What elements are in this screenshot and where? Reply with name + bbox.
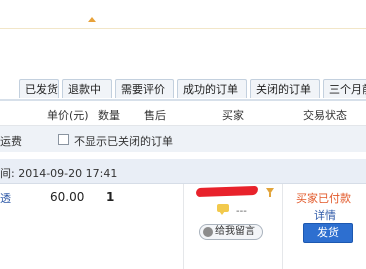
hide-closed-checkbox[interactable] xyxy=(58,134,69,145)
tab-refunding[interactable]: 退款中 xyxy=(62,79,112,98)
leave-message-label: 给我留言 xyxy=(215,226,255,237)
tab-closed-orders[interactable]: 关闭的订单 xyxy=(250,79,320,98)
item-quantity: 1 xyxy=(106,190,115,204)
message-icon xyxy=(203,227,213,237)
column-buyer: 买家 xyxy=(222,109,244,122)
column-unit-price: 单价(元) xyxy=(47,109,89,122)
item-name-link[interactable]: 透 xyxy=(0,190,11,206)
order-row: 透 60.00 1 --- 给我留言 买家已付款 详情 发货 xyxy=(0,184,366,269)
chat-icon[interactable] xyxy=(217,204,229,215)
column-divider xyxy=(183,184,184,269)
filter-bar: 运费 不显示已关闭的订单 xyxy=(0,126,366,152)
buyer-extra: --- xyxy=(236,206,247,217)
table-header: 单价(元) 数量 售后 买家 交易状态 xyxy=(0,101,366,126)
header-divider xyxy=(0,28,366,29)
column-after-sale: 售后 xyxy=(144,109,166,122)
top-header xyxy=(0,0,366,29)
tab-three-months-ago[interactable]: 三个月前 xyxy=(323,79,366,98)
column-quantity: 数量 xyxy=(98,109,120,122)
filter-freight-label[interactable]: 运费 xyxy=(0,133,22,149)
column-divider xyxy=(282,184,283,269)
order-header: 间: 2014-09-20 17:41 xyxy=(0,159,366,184)
column-trade-status: 交易状态 xyxy=(303,109,347,122)
flag-icon-stem xyxy=(269,193,271,197)
item-price: 60.00 xyxy=(50,190,85,204)
trade-status: 买家已付款 xyxy=(296,192,351,205)
tab-successful-orders[interactable]: 成功的订单 xyxy=(177,79,247,98)
leave-message-button[interactable]: 给我留言 xyxy=(199,224,263,240)
dropdown-caret-icon[interactable] xyxy=(88,17,96,22)
order-tabs: 已发货 退款中 需要评价 成功的订单 关闭的订单 三个月前 xyxy=(0,77,366,101)
order-time: 间: 2014-09-20 17:41 xyxy=(0,167,118,180)
ship-button[interactable]: 发货 xyxy=(303,223,353,243)
buyer-name-redaction xyxy=(195,185,259,198)
detail-link[interactable]: 详情 xyxy=(314,207,336,223)
tab-shipped[interactable]: 已发货 xyxy=(19,79,59,98)
tab-need-review[interactable]: 需要评价 xyxy=(115,79,174,98)
hide-closed-label: 不显示已关闭的订单 xyxy=(74,135,173,148)
